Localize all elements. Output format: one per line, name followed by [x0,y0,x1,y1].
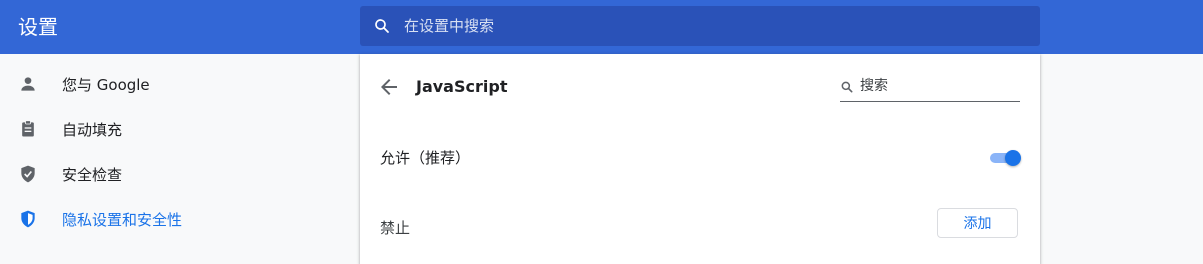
sidebar-item-label: 安全检查 [62,166,123,184]
site-search-input[interactable] [860,73,1018,99]
top-bar: 设置 [0,0,1203,54]
search-icon [375,19,389,33]
back-arrow-icon[interactable] [377,75,401,99]
sidebar-item-safety-check[interactable]: 安全检查 [0,153,358,197]
sidebar-item-you-and-google[interactable]: 您与 Google [0,63,358,107]
sidebar: 您与 Google 自动填充 安全检查 隐私设置和安全性 [0,54,358,256]
page-title: JavaScript [416,77,508,96]
block-label: 禁止 [380,219,411,237]
sidebar-item-label: 您与 Google [62,76,150,94]
person-icon [21,77,35,91]
site-search-box[interactable] [840,73,1020,102]
sidebar-item-autofill[interactable]: 自动填充 [0,108,358,152]
section-divider [360,189,1040,190]
settings-search-input[interactable] [404,6,1024,46]
allow-toggle[interactable] [988,150,1021,166]
search-icon [841,81,853,93]
app-title: 设置 [18,15,58,39]
sidebar-item-label: 隐私设置和安全性 [62,211,183,229]
add-button[interactable]: 添加 [937,208,1018,238]
clipboard-icon [22,120,34,137]
allow-label: 允许（推荐） [380,149,471,167]
sidebar-item-privacy-security[interactable]: 隐私设置和安全性 [0,198,358,242]
sidebar-item-label: 自动填充 [62,121,123,139]
settings-search-box[interactable] [360,6,1040,46]
shield-half-icon [21,210,35,228]
toggle-knob [1005,150,1021,166]
shield-check-icon [21,165,35,183]
javascript-settings-panel: JavaScript 允许（推荐） 禁止 添加 [360,54,1040,264]
